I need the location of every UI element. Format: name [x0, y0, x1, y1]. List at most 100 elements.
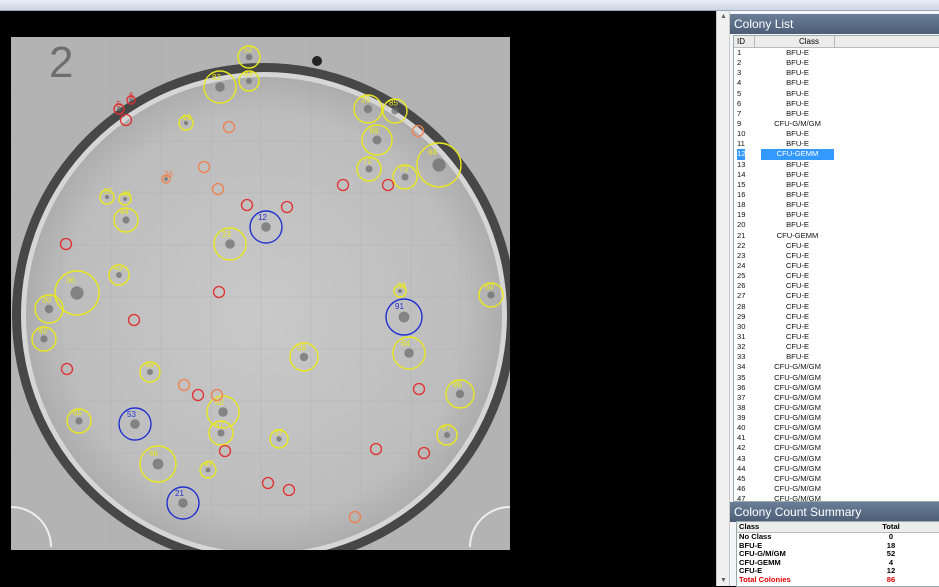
- colony-row[interactable]: 39 CFU-G/M/GM: [734, 413, 939, 423]
- colony-row-class: CFU-E: [785, 342, 810, 352]
- colony-marker-label: 60: [485, 283, 494, 292]
- colony-row-class: CFU-E: [785, 301, 810, 311]
- scroll-up-icon[interactable]: ▲: [720, 13, 727, 20]
- colony-row[interactable]: 41 CFU-G/M/GM: [734, 433, 939, 443]
- colony-row[interactable]: 37 CFU-G/M/GM: [734, 393, 939, 403]
- colony-row-class: CFU-G/M/GM: [774, 362, 821, 372]
- colony-row[interactable]: 42 CFU-G/M/GM: [734, 443, 939, 453]
- colony-marker-label: 72: [363, 157, 372, 166]
- colony-row[interactable]: 24 CFU-E: [734, 261, 939, 271]
- colony-row-id: 21: [737, 230, 746, 240]
- colony-row[interactable]: 18 BFU-E: [734, 200, 939, 210]
- colony-row[interactable]: 11 BFU-E: [734, 139, 939, 149]
- colony-marker-label: 5: [117, 100, 122, 109]
- colony-row-class: CFU-G/M/GM: [774, 392, 821, 402]
- col-header-id[interactable]: ID: [737, 36, 745, 47]
- colony-row-class: BFU-E: [786, 189, 809, 199]
- colony-row[interactable]: 6 BFU-E: [734, 99, 939, 109]
- colony-row[interactable]: 26 CFU-E: [734, 281, 939, 291]
- colony-row-id: 25: [737, 271, 746, 281]
- colony-row[interactable]: 9 CFU-G/M/GM: [734, 119, 939, 129]
- colony-row-class: CFU-E: [785, 260, 810, 270]
- colony-row[interactable]: 33 BFU-E: [734, 352, 939, 362]
- colony-blob: [217, 429, 225, 437]
- window-top-strip: [0, 0, 939, 11]
- colony-row-id: 2: [737, 58, 742, 68]
- colony-blob: [178, 498, 188, 508]
- culture-plate-image[interactable]: 2 52 82 84 56 19 28 20 85 69 73 72 68 12 23 44 15 46 36 30…: [11, 37, 510, 550]
- colony-marker-label: 33: [397, 281, 406, 290]
- colony-row[interactable]: 25 CFU-E: [734, 271, 939, 281]
- colony-row[interactable]: 44 CFU-G/M/GM: [734, 464, 939, 474]
- colony-row-class: BFU-E: [786, 98, 809, 108]
- colony-row[interactable]: 46 CFU-G/M/GM: [734, 484, 939, 494]
- colony-row[interactable]: 12 CFU-GEMM: [734, 149, 939, 160]
- colony-marker-label: 58: [297, 344, 306, 353]
- colony-row[interactable]: 3 BFU-E: [734, 68, 939, 78]
- colony-row[interactable]: 27 CFU-E: [734, 291, 939, 301]
- colony-row-id: 35: [737, 372, 746, 382]
- summary-label: Total Colonies: [739, 574, 791, 584]
- colony-row[interactable]: 29 CFU-E: [734, 312, 939, 322]
- colony-row[interactable]: 16 BFU-E: [734, 190, 939, 200]
- colony-row-id: 16: [737, 189, 746, 199]
- colony-row[interactable]: 22 CFU-E: [734, 241, 939, 251]
- colony-blob: [487, 291, 495, 299]
- plate-viewer[interactable]: 2 52 82 84 5 6 19 28 20 85 69 73 72 68 12 23 44 15 46 36 30…: [0, 11, 716, 586]
- colony-row[interactable]: 13 BFU-E: [734, 160, 939, 170]
- colony-blob: [391, 107, 399, 115]
- colony-row[interactable]: 2 BFU-E: [734, 58, 939, 68]
- colony-list[interactable]: ID Class 1 BFU-E 2 BFU-E 3 BFU-E 4 BFU-E 5 BFU-E 6…: [733, 35, 939, 502]
- colony-row[interactable]: 15 BFU-E: [734, 180, 939, 190]
- colony-row-class: CFU-G/M/GM: [774, 484, 821, 494]
- colony-row-id: 47: [737, 494, 746, 502]
- colony-row[interactable]: 36 CFU-G/M/GM: [734, 383, 939, 393]
- colony-marker-label: 82: [212, 73, 221, 82]
- colony-row-id: 31: [737, 331, 746, 341]
- colony-row-id: 38: [737, 402, 746, 412]
- colony-row[interactable]: 31 CFU-E: [734, 332, 939, 342]
- colony-row[interactable]: 14 BFU-E: [734, 170, 939, 180]
- colony-row-class: CFU-G/M/GM: [774, 453, 821, 463]
- colony-row[interactable]: 45 CFU-G/M/GM: [734, 474, 939, 484]
- colony-row-class: CFU-G/M/GM: [774, 463, 821, 473]
- colony-row[interactable]: 10 BFU-E: [734, 129, 939, 139]
- colony-row-id: 32: [737, 342, 746, 352]
- colony-blob: [122, 216, 130, 224]
- colony-row[interactable]: 47 CFU-G/M/GM: [734, 494, 939, 502]
- colony-row[interactable]: 40 CFU-G/M/GM: [734, 423, 939, 433]
- colony-marker-label: 85: [389, 99, 398, 108]
- colony-row[interactable]: 19 BFU-E: [734, 210, 939, 220]
- colony-row[interactable]: 38 CFU-G/M/GM: [734, 403, 939, 413]
- colony-row-class: BFU-E: [786, 78, 809, 88]
- colony-row-class: CFU-G/M/GM: [774, 402, 821, 412]
- splitter[interactable]: ▲ ▼: [716, 11, 730, 586]
- colony-row[interactable]: 30 CFU-E: [734, 322, 939, 332]
- colony-blob: [116, 272, 122, 278]
- side-panel: Colony List ID Class 1 BFU-E 2 BFU-E 3 BFU-E 4…: [730, 11, 939, 587]
- colony-row-class: BFU-E: [786, 68, 809, 78]
- scroll-down-icon[interactable]: ▼: [720, 577, 727, 584]
- col-header-class[interactable]: Class: [784, 36, 834, 47]
- colony-row-id: 22: [737, 240, 746, 250]
- colony-blob: [404, 348, 414, 358]
- summary-title: Colony Count Summary: [730, 502, 939, 522]
- colony-row[interactable]: 32 CFU-E: [734, 342, 939, 352]
- colony-row[interactable]: 34 CFU-G/M/GM: [734, 362, 939, 372]
- colony-row[interactable]: 20 BFU-E: [734, 220, 939, 230]
- colony-row[interactable]: 23 CFU-E: [734, 251, 939, 261]
- colony-row[interactable]: 5 BFU-E: [734, 89, 939, 99]
- colony-row[interactable]: 21 CFU-GEMM: [734, 231, 939, 241]
- colony-row[interactable]: 43 CFU-G/M/GM: [734, 454, 939, 464]
- colony-row[interactable]: 28 CFU-E: [734, 302, 939, 312]
- colony-row[interactable]: 7 BFU-E: [734, 109, 939, 119]
- colony-blob: [432, 158, 446, 172]
- colony-row-class: BFU-E: [786, 58, 809, 68]
- colony-row[interactable]: 35 CFU-G/M/GM: [734, 373, 939, 383]
- colony-marker-label: 44: [120, 208, 129, 217]
- colony-row-id: 34: [737, 362, 746, 372]
- colony-row[interactable]: 1 BFU-E: [734, 48, 939, 58]
- colony-row[interactable]: 4 BFU-E: [734, 78, 939, 88]
- colony-marker-label: 66: [149, 449, 158, 458]
- colony-row-id: 9: [737, 118, 742, 128]
